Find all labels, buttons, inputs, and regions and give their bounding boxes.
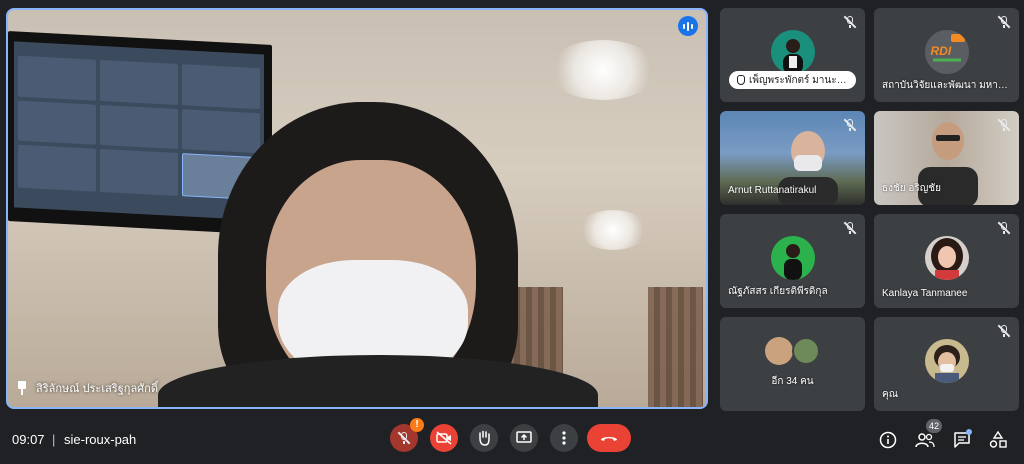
mic-off-icon — [397, 431, 411, 445]
participant-name: ธงชัย อริญชัย — [882, 183, 941, 194]
meeting-details-button[interactable] — [878, 430, 898, 450]
activities-icon — [989, 431, 1007, 448]
ceiling-light — [578, 210, 648, 250]
mic-off-icon — [997, 324, 1011, 338]
participant-name: ณัฐภัสสร เกียรติพีรดิกุล — [728, 286, 828, 297]
raised-hand-icon — [737, 75, 745, 85]
avatar — [770, 236, 815, 280]
people-icon — [915, 433, 935, 448]
participant-name: คุณ — [882, 389, 898, 400]
people-count-badge: 42 — [926, 419, 943, 433]
participant-name: เพ็ญพระพักตร์ มานะปริ... — [749, 74, 848, 86]
people-button[interactable] — [915, 430, 935, 450]
self-tile[interactable]: คุณ — [874, 317, 1019, 411]
mic-off-icon — [997, 118, 1011, 132]
mic-off-icon — [997, 221, 1011, 235]
participant-tile[interactable]: ณัฐภัสสร เกียรติพีรดิกุล — [720, 214, 865, 308]
avatar — [765, 337, 793, 365]
participant-name: Arnut Ruttanatirakul — [728, 185, 817, 196]
camera-toggle-button[interactable] — [430, 424, 458, 452]
avatar — [792, 337, 820, 365]
ceiling-light — [548, 40, 658, 100]
main-speaker-name: สิริลักษณ์ ประเสริฐกุลศักดิ์ — [36, 383, 158, 395]
mic-toggle-button[interactable]: ! — [390, 418, 424, 452]
others-count: อีก 34 คน — [771, 376, 814, 387]
participant-tile-video[interactable]: Arnut Ruttanatirakul — [720, 111, 865, 205]
avatar — [770, 30, 815, 74]
speaking-indicator-icon — [678, 16, 698, 36]
mic-off-icon — [843, 15, 857, 29]
separator: | — [52, 432, 56, 447]
participant-tile[interactable]: Kanlaya Tanmanee — [874, 214, 1019, 308]
present-icon — [516, 431, 532, 443]
mic-off-icon — [843, 118, 857, 132]
main-speaker-tile[interactable]: สิริลักษณ์ ประเสริฐกุลศักดิ์ — [6, 8, 708, 409]
info-icon — [879, 431, 897, 449]
chat-unread-dot — [966, 429, 972, 435]
rdi-logo-text: RDI — [930, 44, 952, 58]
hand-icon — [479, 430, 490, 446]
avatar — [924, 339, 969, 383]
participant-name: Kanlaya Tanmanee — [882, 288, 968, 299]
participant-name: สถาบันวิจัยและพัฒนา มหาร... — [882, 80, 1011, 91]
more-options-button[interactable] — [550, 424, 578, 452]
participant-tile-video[interactable]: ธงชัย อริญชัย — [874, 111, 1019, 205]
mic-off-icon — [997, 15, 1011, 29]
main-speaker-label: สิริลักษณ์ ประเสริฐกุลศักดิ์ — [16, 379, 158, 397]
curtain — [648, 287, 703, 407]
meeting-time: 09:07 — [12, 432, 45, 447]
mic-warning-badge: ! — [410, 418, 424, 432]
others-tile[interactable]: อีก 34 คน — [720, 317, 865, 411]
more-vert-icon — [562, 431, 566, 445]
pin-icon[interactable] — [16, 381, 28, 395]
leave-call-button[interactable] — [587, 424, 631, 452]
camera-off-icon — [436, 431, 452, 445]
participant-tile[interactable]: RDI สถาบันวิจัยและพัฒนา มหาร... — [874, 8, 1019, 102]
present-screen-button[interactable] — [510, 424, 538, 452]
activities-button[interactable] — [988, 430, 1008, 450]
raise-hand-button[interactable] — [470, 424, 498, 452]
participant-tile[interactable]: เพ็ญพระพักตร์ มานะปริ... — [720, 8, 865, 102]
hang-up-icon — [601, 437, 617, 441]
rdi-logo: RDI — [924, 30, 969, 74]
participant-name-pill: เพ็ญพระพักตร์ มานะปริ... — [729, 71, 856, 89]
control-bar: 09:07 | sie-roux-pah ! 42 — [0, 414, 1024, 464]
mic-off-icon — [843, 221, 857, 235]
avatar — [924, 236, 969, 280]
meeting-code: sie-roux-pah — [64, 432, 137, 447]
